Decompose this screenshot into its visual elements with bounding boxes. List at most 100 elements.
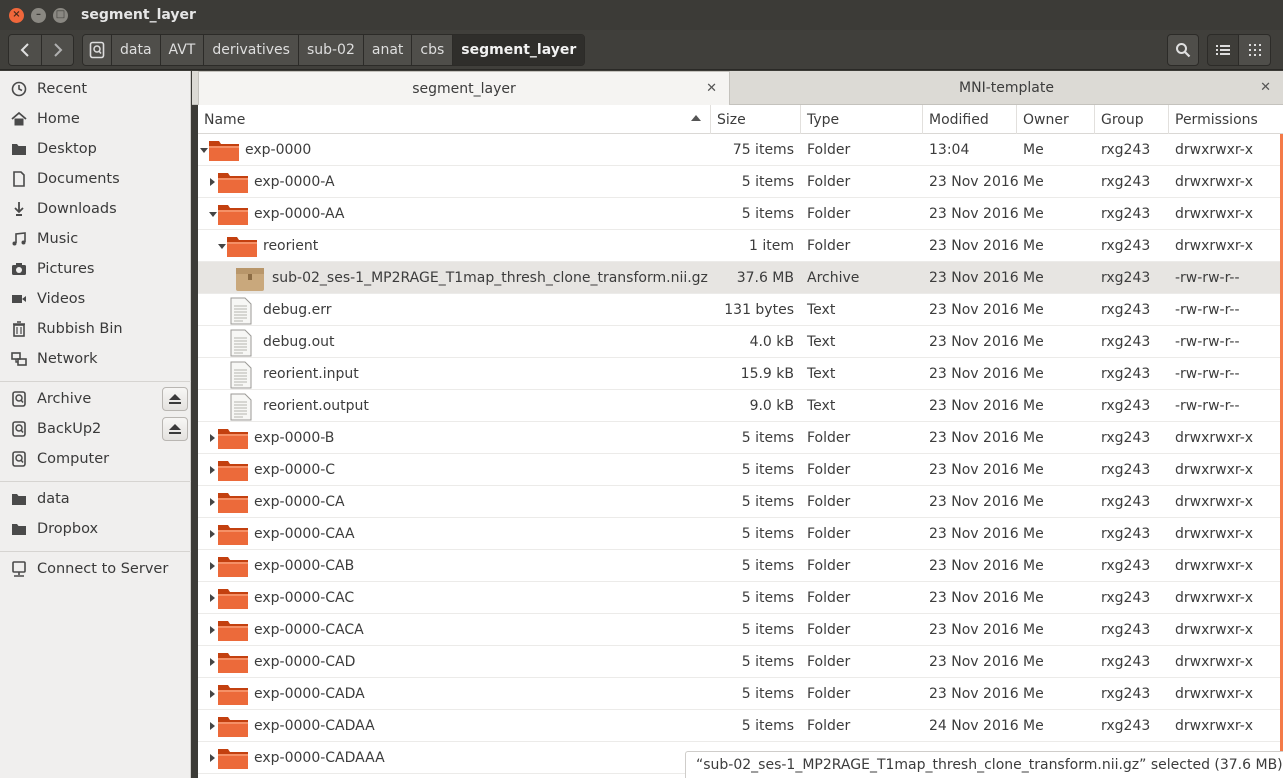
- file-group: rxg243: [1101, 622, 1151, 638]
- folder-row[interactable]: exp-0000-CAD 5 items Folder 23 Nov 2016 Me rx…: [198, 646, 1283, 678]
- file-perms: drwxrwxr-x: [1175, 238, 1254, 254]
- expander-collapsed-icon[interactable]: [210, 178, 215, 186]
- file-name: exp-0000-CAD: [254, 654, 356, 670]
- file-type: Folder: [807, 462, 851, 478]
- file-modified: 13:04: [929, 142, 970, 158]
- folder-icon: [218, 717, 248, 737]
- tab-segment-layer[interactable]: segment_layer ✕: [198, 71, 730, 105]
- tab-mni-template[interactable]: MNI-template ✕: [730, 71, 1283, 105]
- sidebar-item-downloads[interactable]: Downloads: [0, 195, 191, 223]
- sidebar-item-dropbox[interactable]: Dropbox: [0, 515, 191, 543]
- breadcrumb-item[interactable]: sub-02: [297, 34, 363, 65]
- expander-collapsed-icon[interactable]: [210, 466, 215, 474]
- expander-collapsed-icon[interactable]: [210, 530, 215, 538]
- close-tab-icon[interactable]: ✕: [706, 81, 717, 96]
- network-icon: [10, 350, 28, 368]
- minimize-window-button[interactable]: –: [31, 7, 46, 23]
- file-perms: -rw-rw-r--: [1175, 334, 1240, 350]
- sidebar-item-pictures[interactable]: Pictures: [0, 255, 191, 283]
- sidebar-item-computer[interactable]: Computer: [0, 445, 191, 473]
- file-row[interactable]: reorient.input 15.9 kB Text 23 Nov 2016 Me rx…: [198, 358, 1283, 390]
- sidebar-item-home[interactable]: Home: [0, 105, 191, 133]
- folder-row[interactable]: exp-0000-CAC 5 items Folder 23 Nov 2016 Me rx…: [198, 582, 1283, 614]
- close-tab-icon[interactable]: ✕: [1260, 80, 1271, 95]
- folder-row[interactable]: exp-0000-CACA 5 items Folder 23 Nov 2016 Me r…: [198, 614, 1283, 646]
- file-row[interactable]: debug.err 131 bytes Text 23 Nov 2016 Me rxg24…: [198, 294, 1283, 326]
- folder-row[interactable]: exp-0000-AA 5 items Folder 23 Nov 2016 Me rxg…: [198, 198, 1283, 230]
- expander-expanded-icon[interactable]: [209, 212, 217, 217]
- breadcrumb-item[interactable]: anat: [362, 34, 412, 65]
- folder-row[interactable]: exp-0000-CA 5 items Folder 23 Nov 2016 Me rxg…: [198, 486, 1283, 518]
- column-owner[interactable]: Owner: [1016, 105, 1094, 134]
- tab-bar: segment_layer ✕ MNI-template ✕: [192, 71, 1283, 105]
- file-perms: -rw-rw-r--: [1175, 270, 1240, 286]
- breadcrumb-item[interactable]: AVT: [159, 34, 204, 65]
- forward-button[interactable]: [41, 34, 73, 65]
- file-row[interactable]: reorient.output 9.0 kB Text 23 Nov 2016 Me rx…: [198, 390, 1283, 422]
- sidebar-item-documents[interactable]: Documents: [0, 165, 191, 193]
- search-button[interactable]: [1167, 34, 1199, 66]
- sidebar-item-network[interactable]: Network: [0, 345, 191, 373]
- column-size[interactable]: Size: [710, 105, 800, 134]
- column-type[interactable]: Type: [800, 105, 922, 134]
- expander-expanded-icon[interactable]: [200, 148, 208, 153]
- expander-collapsed-icon[interactable]: [210, 594, 215, 602]
- folder-row[interactable]: exp-0000-CADA 5 items Folder 23 Nov 2016 Me r…: [198, 678, 1283, 710]
- sidebar-item-videos[interactable]: Videos: [0, 285, 191, 313]
- file-modified: 23 Nov 2016: [929, 174, 1019, 190]
- file-size: 5 items: [741, 462, 794, 478]
- root-drive-crumb[interactable]: [83, 34, 111, 65]
- breadcrumb-item[interactable]: cbs: [411, 34, 453, 65]
- expander-expanded-icon[interactable]: [218, 244, 226, 249]
- folder-icon: [218, 557, 248, 577]
- expander-collapsed-icon[interactable]: [210, 434, 215, 442]
- folder-row[interactable]: reorient 1 item Folder 23 Nov 2016 Me rxg243 d…: [198, 230, 1283, 262]
- maximize-window-button[interactable]: □: [53, 7, 68, 23]
- file-size: 131 bytes: [724, 302, 794, 318]
- column-name[interactable]: Name: [198, 105, 710, 134]
- folder-row[interactable]: exp-0000-CADAA 5 items Folder 24 Nov 2016 Me…: [198, 710, 1283, 742]
- file-size: 75 items: [732, 142, 794, 158]
- expander-collapsed-icon[interactable]: [210, 562, 215, 570]
- folder-row[interactable]: exp-0000-CAB 5 items Folder 23 Nov 2016 Me rx…: [198, 550, 1283, 582]
- breadcrumb-item[interactable]: data: [111, 34, 160, 65]
- column-permissions[interactable]: Permissions: [1168, 105, 1283, 134]
- sidebar-item-recent[interactable]: Recent: [0, 75, 191, 103]
- sidebar-item-connect-to-server[interactable]: Connect to Server: [0, 555, 191, 583]
- folder-row[interactable]: exp-0000-CAA 5 items Folder 23 Nov 2016 Me rx…: [198, 518, 1283, 550]
- sidebar-item-backup2[interactable]: BackUp2: [0, 415, 191, 443]
- breadcrumb-item[interactable]: segment_layer: [452, 34, 585, 65]
- close-window-button[interactable]: ×: [9, 7, 24, 23]
- column-group[interactable]: Group: [1094, 105, 1168, 134]
- folder-row[interactable]: exp-0000 75 items Folder 13:04 Me rxg243 drwxr…: [198, 134, 1283, 166]
- file-owner: Me: [1023, 366, 1044, 382]
- file-row[interactable]: debug.out 4.0 kB Text 23 Nov 2016 Me rxg243 -r…: [198, 326, 1283, 358]
- sidebar-item-archive[interactable]: Archive: [0, 385, 191, 413]
- file-row[interactable]: sub-02_ses-1_MP2RAGE_T1map_thresh_clone_…: [198, 262, 1283, 294]
- folder-row[interactable]: exp-0000-A 5 items Folder 23 Nov 2016 Me rxg2…: [198, 166, 1283, 198]
- eject-button[interactable]: [162, 387, 188, 411]
- folder-row[interactable]: exp-0000-B 5 items Folder 23 Nov 2016 Me rxg2…: [198, 422, 1283, 454]
- expander-collapsed-icon[interactable]: [210, 754, 215, 762]
- grid-view-button[interactable]: [1239, 34, 1271, 66]
- back-button[interactable]: [9, 34, 41, 65]
- sidebar-separator: [0, 481, 191, 482]
- expander-collapsed-icon[interactable]: [210, 722, 215, 730]
- file-owner: Me: [1023, 686, 1044, 702]
- sidebar-item-desktop[interactable]: Desktop: [0, 135, 191, 163]
- breadcrumb-item[interactable]: derivatives: [203, 34, 298, 65]
- column-modified[interactable]: Modified: [922, 105, 1016, 134]
- list-view-button[interactable]: [1207, 34, 1239, 66]
- sidebar-item-rubbish-bin[interactable]: Rubbish Bin: [0, 315, 191, 343]
- expander-collapsed-icon[interactable]: [210, 690, 215, 698]
- expander-collapsed-icon[interactable]: [210, 626, 215, 634]
- folder-row[interactable]: exp-0000-C 5 items Folder 23 Nov 2016 Me rxg2…: [198, 454, 1283, 486]
- eject-button[interactable]: [162, 417, 188, 441]
- file-size: 5 items: [741, 174, 794, 190]
- expander-collapsed-icon[interactable]: [210, 658, 215, 666]
- file-modified: 23 Nov 2016: [929, 334, 1019, 350]
- expander-collapsed-icon[interactable]: [210, 498, 215, 506]
- sidebar-item-music[interactable]: Music: [0, 225, 191, 253]
- sidebar-item-data[interactable]: data: [0, 485, 191, 513]
- chevron-right-icon: [53, 42, 62, 57]
